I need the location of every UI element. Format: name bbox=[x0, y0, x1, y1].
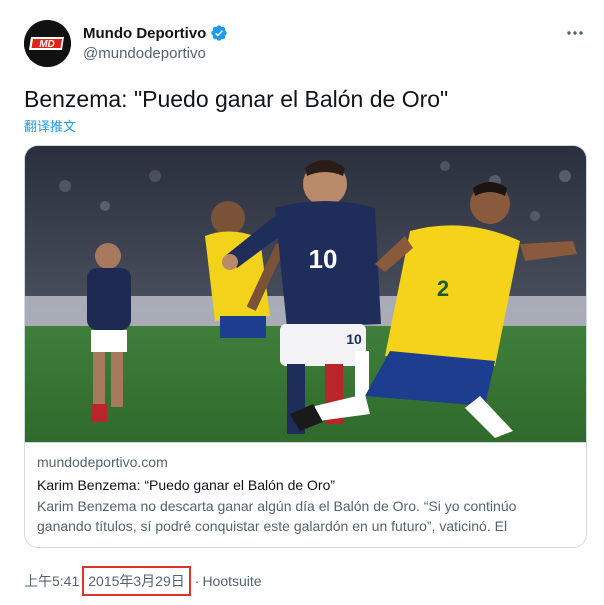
translate-tweet-link[interactable]: 翻译推文 bbox=[24, 116, 76, 135]
tweet-header: MD Mundo Deportivo @mundodeportivo bbox=[24, 20, 590, 70]
football-match-photo: 10 10 2 bbox=[25, 146, 586, 442]
tweet: MD Mundo Deportivo @mundodeportivo Benze… bbox=[0, 0, 604, 605]
svg-text:10: 10 bbox=[346, 331, 362, 347]
tweet-metadata: 上午5:41 2015年3月29日 · Hootsuite bbox=[24, 566, 262, 596]
meta-separator: · bbox=[194, 573, 200, 589]
more-options-icon[interactable] bbox=[564, 22, 586, 44]
card-image[interactable]: 10 10 2 bbox=[25, 146, 586, 442]
svg-text:10: 10 bbox=[309, 244, 338, 274]
tweet-date[interactable]: 2015年3月29日 bbox=[82, 566, 191, 596]
account-handle[interactable]: @mundodeportivo bbox=[83, 45, 228, 62]
svg-text:MD: MD bbox=[39, 39, 55, 50]
verified-badge-icon bbox=[210, 24, 228, 42]
card-domain: mundodeportivo.com bbox=[37, 454, 168, 470]
card-body[interactable]: mundodeportivo.com Karim Benzema: “Puedo… bbox=[25, 442, 586, 547]
svg-text:2: 2 bbox=[437, 276, 449, 301]
tweet-time[interactable]: 上午5:41 bbox=[24, 571, 79, 591]
card-title: Karim Benzema: “Puedo ganar el Balón de … bbox=[37, 477, 336, 493]
account-names: Mundo Deportivo @mundodeportivo bbox=[83, 23, 228, 62]
tweet-text: Benzema: "Puedo ganar el Balón de Oro" bbox=[24, 86, 449, 112]
link-card[interactable]: 10 10 2 mundodeportivo.com Karim Benzema… bbox=[24, 145, 587, 548]
card-description-line-2: ganando títulos, sí podré conquistar est… bbox=[37, 518, 508, 534]
tweet-source: Hootsuite bbox=[202, 573, 262, 589]
avatar[interactable]: MD bbox=[24, 20, 71, 67]
display-name[interactable]: Mundo Deportivo bbox=[83, 25, 206, 42]
card-description-line-1: Karim Benzema no descarta ganar algún dí… bbox=[37, 498, 517, 514]
mundo-deportivo-logo-icon: MD bbox=[24, 20, 71, 67]
